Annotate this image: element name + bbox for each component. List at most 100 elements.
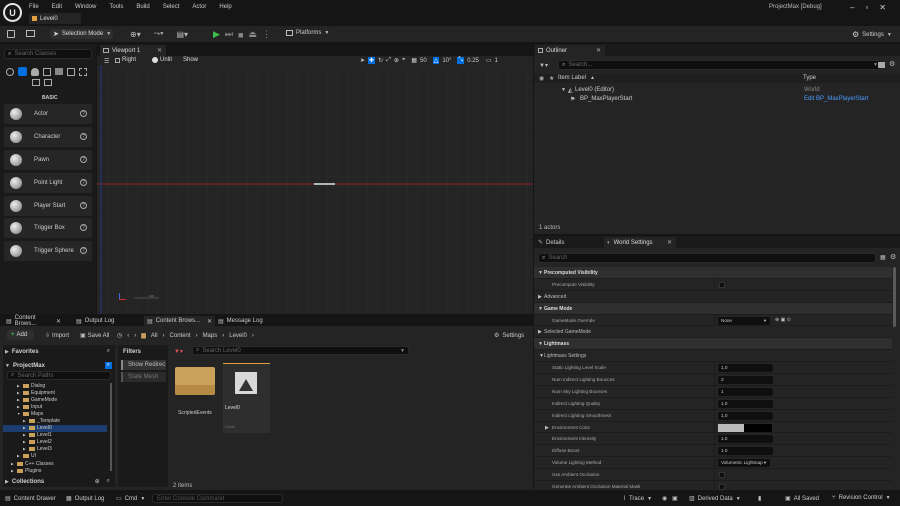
details-property-use-ambient-occlusion[interactable]: Use Ambient Occlusion [534, 469, 892, 482]
content-icon[interactable] [26, 30, 35, 37]
eject-icon[interactable]: ⏏ [248, 29, 257, 40]
menu-select[interactable]: Select [163, 4, 180, 10]
property-value-field[interactable]: 1.0 [718, 447, 773, 456]
asset-tile-folder[interactable]: ScriptedEvents [173, 363, 217, 433]
show-button[interactable]: Show [183, 57, 198, 63]
lights-icon[interactable] [31, 67, 39, 76]
viewport[interactable]: 100 ☰ Right Unlit Show ➤ ✚ ↻ ⤢ ⊕ ⌖ ▦ 50 … [97, 56, 533, 314]
help-icon[interactable]: ? [80, 247, 87, 255]
search-paths-input[interactable]: ⌕ Search Paths [7, 371, 111, 380]
browse-icon[interactable]: ⊕ ▣ ⊙ [775, 317, 791, 323]
folder-item-plugins[interactable]: ▶ Plugins [3, 467, 107, 474]
asset-tile-level[interactable]: Level0 Level [223, 363, 270, 433]
search-toggle-icon[interactable]: ⌕ [104, 362, 112, 369]
volumes-icon[interactable] [79, 67, 87, 76]
details-category-lightmass[interactable]: ▼ Lightmass [534, 338, 892, 351]
scale-icon[interactable]: ⤢ [386, 57, 391, 64]
property-value-field[interactable]: 3 [718, 376, 773, 385]
surface-snap-icon[interactable]: ⌖ [402, 57, 405, 64]
hamburger-icon[interactable]: ☰ [104, 58, 109, 65]
grid-view-icon[interactable]: ▦ [880, 254, 886, 261]
view-mode-button[interactable]: Right [115, 57, 136, 63]
help-icon[interactable]: ? [80, 155, 87, 163]
cmd-dropdown[interactable]: ▭ Cmd ▼ [116, 495, 145, 503]
details-search-input[interactable]: ⌕ Search [538, 253, 876, 263]
outliner-row-world[interactable]: ▼ ◭ Level0 (Editor) World [534, 86, 900, 95]
derived-data-button[interactable]: ▥ Derived Data ▼ [689, 495, 741, 503]
bottom-tab-message-log[interactable]: ▤ Message Log [215, 316, 275, 326]
menu-build[interactable]: Build [136, 4, 149, 10]
help-icon[interactable]: ? [80, 132, 87, 140]
property-value-field[interactable]: 1.0 [718, 399, 773, 408]
all-classes-icon[interactable] [32, 79, 40, 86]
add-button[interactable]: + Add [7, 330, 34, 340]
details-property-environment-color[interactable]: ▶ Environment Color [534, 421, 892, 434]
all-saved-button[interactable]: ▣ All Saved [785, 495, 819, 503]
close-tab-icon[interactable]: ✕ [207, 318, 212, 325]
source-control-icon[interactable]: ▮ [758, 495, 761, 502]
property-value-field[interactable]: 1 [718, 387, 773, 396]
search-icon[interactable]: ⌕ [107, 478, 110, 485]
camera-speed-icon[interactable]: ▭ [486, 57, 492, 64]
maximize-icon[interactable]: ▫ [865, 3, 868, 12]
star-icon[interactable]: ★ [549, 75, 554, 82]
translate-icon[interactable]: ✚ [368, 57, 376, 64]
details-property-num-indirect-lighting-bounces[interactable]: Num Indirect Lighting Bounces 3 [534, 374, 892, 387]
add-folder-icon[interactable] [878, 62, 885, 68]
menu-file[interactable]: File [29, 4, 39, 10]
bottom-tab-content-brows[interactable]: ▤ Content Brows... ✕ [3, 315, 64, 327]
search-icon[interactable]: ⌕ [107, 348, 110, 355]
details-category-precomputed-visibility[interactable]: ▼ Precomputed Visibility [534, 267, 892, 279]
scale-snap-icon[interactable]: ⤡ [457, 57, 465, 64]
place-item-player-start[interactable]: Player Start? [4, 195, 92, 216]
content-drawer-button[interactable]: ▤ Content Drawer [5, 495, 56, 503]
gear-icon[interactable]: ⚙ [889, 60, 895, 68]
crumb-content[interactable]: Content [170, 333, 191, 339]
camera-speed-value[interactable]: 1 [495, 58, 498, 64]
world-icon[interactable]: ⊕ [394, 57, 399, 64]
folder-item-input[interactable]: ▶ Input [3, 403, 107, 410]
add-actor-icon[interactable]: ⊕▾ [130, 30, 141, 39]
back-icon[interactable]: ‹ [127, 333, 129, 339]
lit-mode-button[interactable]: Unlit [152, 57, 172, 63]
menu-help[interactable]: Help [219, 4, 231, 10]
crumb-all[interactable]: All [151, 333, 158, 339]
folder-item-c-classes[interactable]: ▶ C++ Classes [3, 460, 107, 467]
history-icon[interactable]: ◷ [117, 332, 122, 339]
details-property-static-lighting-level-scale[interactable]: Static Lighting Level Scale 1.0 [534, 362, 892, 375]
details-tab[interactable]: ✎ Details [535, 237, 601, 248]
viewport-tab[interactable]: Viewport 1 ✕ [100, 45, 166, 56]
rotation-snap-value[interactable]: 10° [442, 58, 451, 64]
record-icon[interactable]: ◉ [662, 495, 667, 502]
edit-blueprint-link[interactable]: Edit BP_MaxPlayerStart [804, 96, 868, 102]
geometry-icon[interactable] [44, 79, 52, 86]
item-label-header[interactable]: Item Label [558, 75, 586, 81]
cinematic-icon[interactable] [55, 68, 63, 75]
platforms-button[interactable]: Platforms ▼ [286, 30, 329, 36]
property-dropdown[interactable]: Volumetric Lightmap ▼ [718, 459, 770, 468]
color-swatch[interactable] [718, 423, 772, 432]
trace-button[interactable]: ⌇ Trace ▼ [623, 495, 652, 503]
details-group-selected-gamemode[interactable]: ▶ Selected GameMode [534, 326, 892, 339]
details-group-advanced[interactable]: ▶ Advanced [534, 291, 892, 303]
help-icon[interactable]: ? [80, 224, 87, 232]
live-coding-icon[interactable]: ▣ [672, 495, 678, 502]
close-tab-icon[interactable]: ✕ [56, 318, 61, 325]
place-item-trigger-sphere[interactable]: Trigger Sphere? [4, 241, 92, 262]
add-collection-icon[interactable]: ⊕ [95, 478, 100, 485]
revision-control-button[interactable]: ⑂ Revision Control ▼ [832, 495, 891, 501]
advance-frame-icon[interactable]: ⏭ [225, 29, 233, 40]
help-icon[interactable]: ? [80, 110, 87, 117]
folder-item-level1[interactable]: ▶ Level1 [3, 432, 107, 439]
world-settings-tab[interactable]: ◐ World Settings ✕ [604, 237, 676, 248]
folder-item-equipment[interactable]: ▶ Equipment [3, 389, 107, 396]
details-property-indirect-lighting-quality[interactable]: Indirect Lighting Quality 1.0 [534, 397, 892, 410]
menu-tools[interactable]: Tools [109, 4, 123, 10]
grid-snap-value[interactable]: 50 [420, 58, 427, 64]
unreal-logo-icon[interactable]: U [3, 3, 22, 22]
more-icon[interactable]: ⋮ [262, 29, 271, 40]
save-all-button[interactable]: ▣ Save All [80, 332, 109, 340]
menu-actor[interactable]: Actor [192, 4, 206, 10]
search-classes-input[interactable]: ⌕ Search Classes [4, 49, 92, 59]
outliner-search-input[interactable]: ⌕ Search... ▼ [558, 60, 882, 70]
